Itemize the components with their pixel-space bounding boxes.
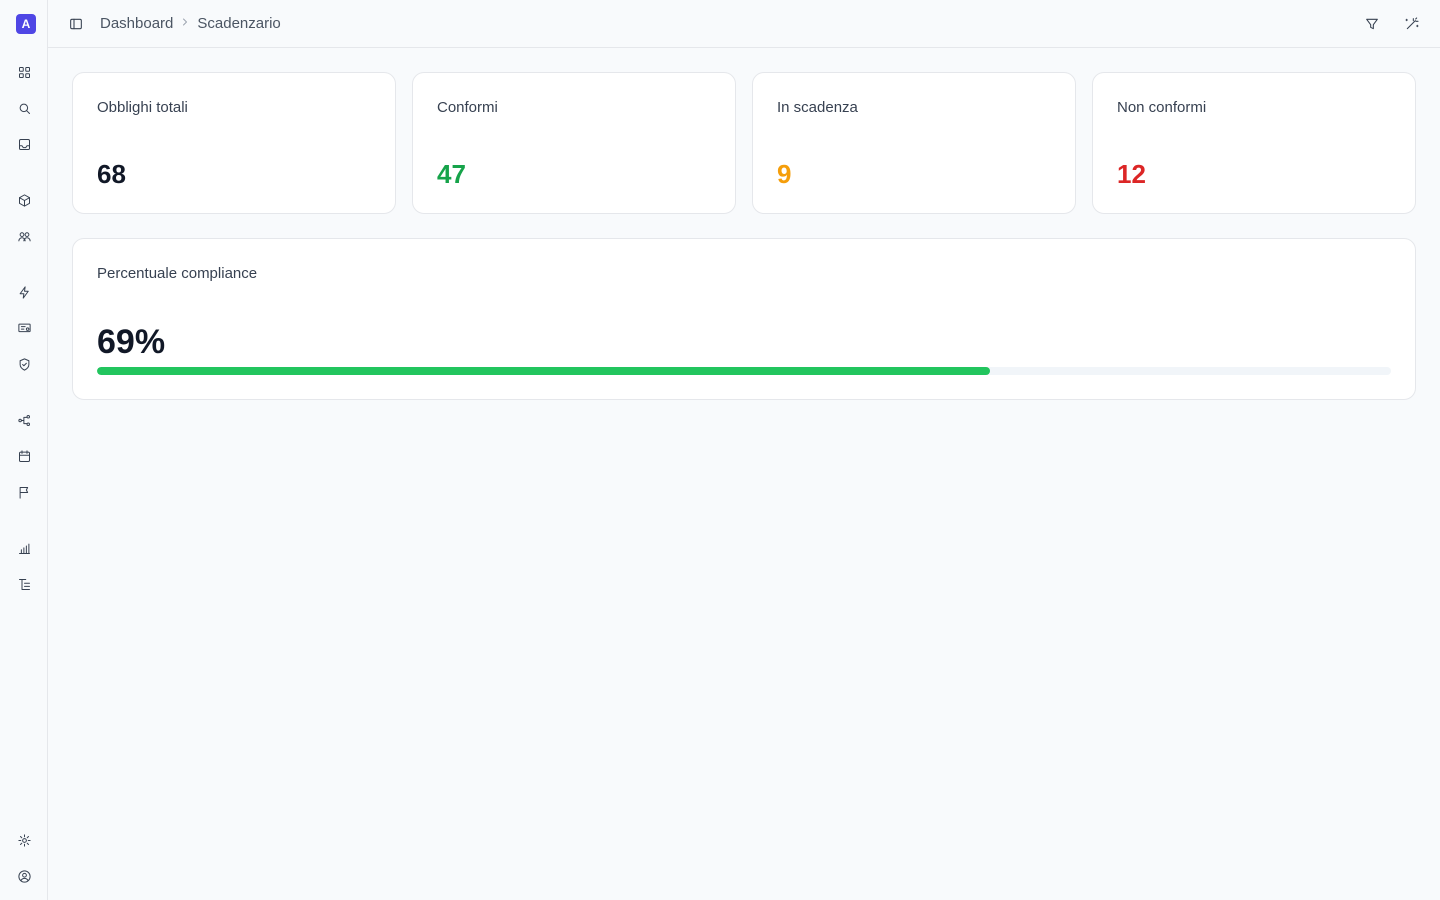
- document-tree-icon[interactable]: [14, 574, 34, 594]
- lightning-icon[interactable]: [14, 282, 34, 302]
- settings-icon[interactable]: [14, 830, 34, 850]
- magic-wand-icon[interactable]: [1402, 14, 1422, 34]
- calendar-icon[interactable]: [14, 446, 34, 466]
- users-icon[interactable]: [14, 226, 34, 246]
- stat-card-total: Obblighi totali 68: [72, 72, 396, 214]
- bar-chart-icon[interactable]: [14, 538, 34, 558]
- stat-value: 47: [437, 159, 466, 189]
- certificate-icon[interactable]: [14, 318, 34, 338]
- cube-icon[interactable]: [14, 190, 34, 210]
- chevron-right-icon: [179, 15, 191, 32]
- compliance-progress-fill: [97, 367, 990, 375]
- stat-value: 68: [97, 159, 126, 189]
- compliance-progress-track: [97, 367, 1391, 375]
- stat-card-noncompliant: Non conformi 12: [1092, 72, 1416, 214]
- dashboard-grid-icon[interactable]: [14, 62, 34, 82]
- search-icon[interactable]: [14, 98, 34, 118]
- compliance-label: Percentuale compliance: [97, 265, 258, 282]
- filter-icon[interactable]: [1362, 14, 1382, 34]
- stat-value: 9: [777, 159, 792, 189]
- stat-label: Non conformi: [1117, 99, 1207, 116]
- top-bar: Dashboard Scadenzario: [48, 0, 1440, 48]
- user-circle-icon[interactable]: [14, 866, 34, 886]
- app-logo[interactable]: A: [16, 14, 36, 34]
- breadcrumb-current: Scadenzario: [197, 15, 281, 32]
- compliance-value: 69%: [97, 323, 166, 361]
- stat-value: 12: [1117, 159, 1146, 189]
- flag-icon[interactable]: [14, 482, 34, 502]
- compliance-card: Percentuale compliance 69%: [72, 238, 1416, 400]
- stat-label: Conformi: [437, 99, 498, 116]
- stat-card-compliant: Conformi 47: [412, 72, 736, 214]
- shield-check-icon[interactable]: [14, 354, 34, 374]
- stat-label: In scadenza: [777, 99, 858, 116]
- sidebar-toggle-icon[interactable]: [66, 14, 86, 34]
- breadcrumb-dashboard-link[interactable]: Dashboard: [100, 15, 173, 32]
- workflow-icon[interactable]: [14, 410, 34, 430]
- breadcrumb: Dashboard Scadenzario: [100, 15, 281, 32]
- sidebar: A: [0, 0, 48, 900]
- inbox-icon[interactable]: [14, 134, 34, 154]
- stat-card-expiring: In scadenza 9: [752, 72, 1076, 214]
- stat-label: Obblighi totali: [97, 99, 188, 116]
